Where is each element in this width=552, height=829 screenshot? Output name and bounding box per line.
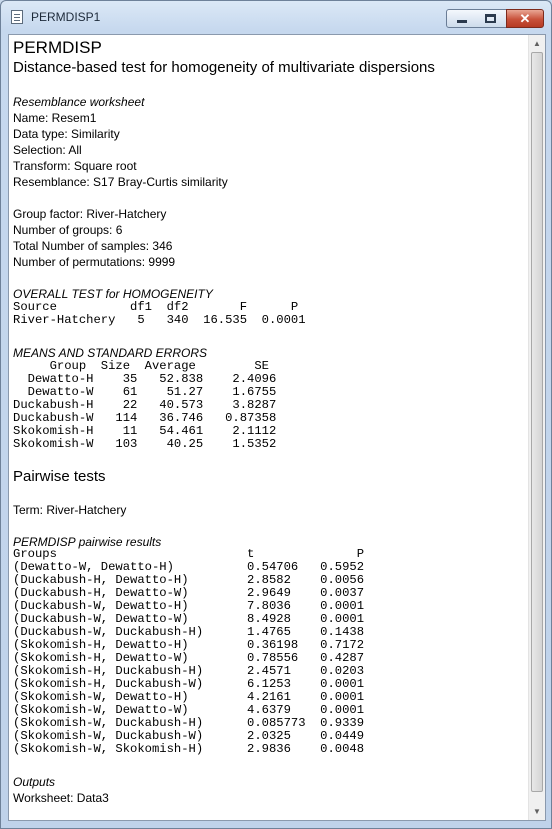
scroll-down-arrow-icon[interactable]: ▼ xyxy=(529,803,545,820)
minimize-button[interactable] xyxy=(446,9,476,28)
table-row: (Skokomish-W, Skokomish-H) 2.9836 0.0048 xyxy=(13,742,365,756)
section-title-overall: OVERALL TEST for HOMOGENEITY xyxy=(13,287,213,301)
page-title: PERMDISP xyxy=(13,38,102,57)
window-title: PERMDISP1 xyxy=(31,10,101,24)
minimize-icon xyxy=(457,20,467,23)
results-window: PERMDISP1 ✕ PERMDISP Distance-based test… xyxy=(0,0,552,829)
info-line: Transform: Square root xyxy=(13,159,137,173)
info-line: Data type: Similarity xyxy=(13,127,120,141)
info-line: Group factor: River-Hatchery xyxy=(13,207,167,221)
table-row: River-Hatchery 5 340 16.535 0.0001 xyxy=(13,313,306,327)
section-heading-pairwise: Pairwise tests xyxy=(13,468,106,485)
vertical-scrollbar[interactable]: ▲ ▼ xyxy=(528,35,545,820)
close-button[interactable]: ✕ xyxy=(506,9,544,28)
info-line: Resemblance: S17 Bray-Curtis similarity xyxy=(13,175,228,189)
section-title-resemblance: Resemblance worksheet xyxy=(13,95,145,109)
maximize-icon xyxy=(485,14,496,23)
info-line: Name: Resem1 xyxy=(13,111,97,125)
term-line: Term: River-Hatchery xyxy=(13,503,127,517)
close-icon: ✕ xyxy=(519,11,531,26)
section-title-means: MEANS AND STANDARD ERRORS xyxy=(13,346,208,360)
info-line: Total Number of samples: 346 xyxy=(13,239,173,253)
maximize-button[interactable] xyxy=(475,9,506,28)
page-subtitle: Distance-based test for homogeneity of m… xyxy=(13,59,435,76)
table-row: Skokomish-W 103 40.25 1.5352 xyxy=(13,437,277,451)
document-icon xyxy=(11,10,23,24)
title-bar[interactable]: PERMDISP1 ✕ xyxy=(1,1,551,31)
info-line: Number of groups: 6 xyxy=(13,223,123,237)
section-title-outputs: Outputs xyxy=(13,775,56,789)
scrollbar-thumb[interactable] xyxy=(531,52,543,792)
scroll-up-arrow-icon[interactable]: ▲ xyxy=(529,35,545,52)
results-pane: PERMDISP Distance-based test for homogen… xyxy=(8,34,546,821)
info-line: Number of permutations: 9999 xyxy=(13,255,176,269)
output-worksheet: Worksheet: Data3 xyxy=(13,791,109,805)
info-line: Selection: All xyxy=(13,143,82,157)
